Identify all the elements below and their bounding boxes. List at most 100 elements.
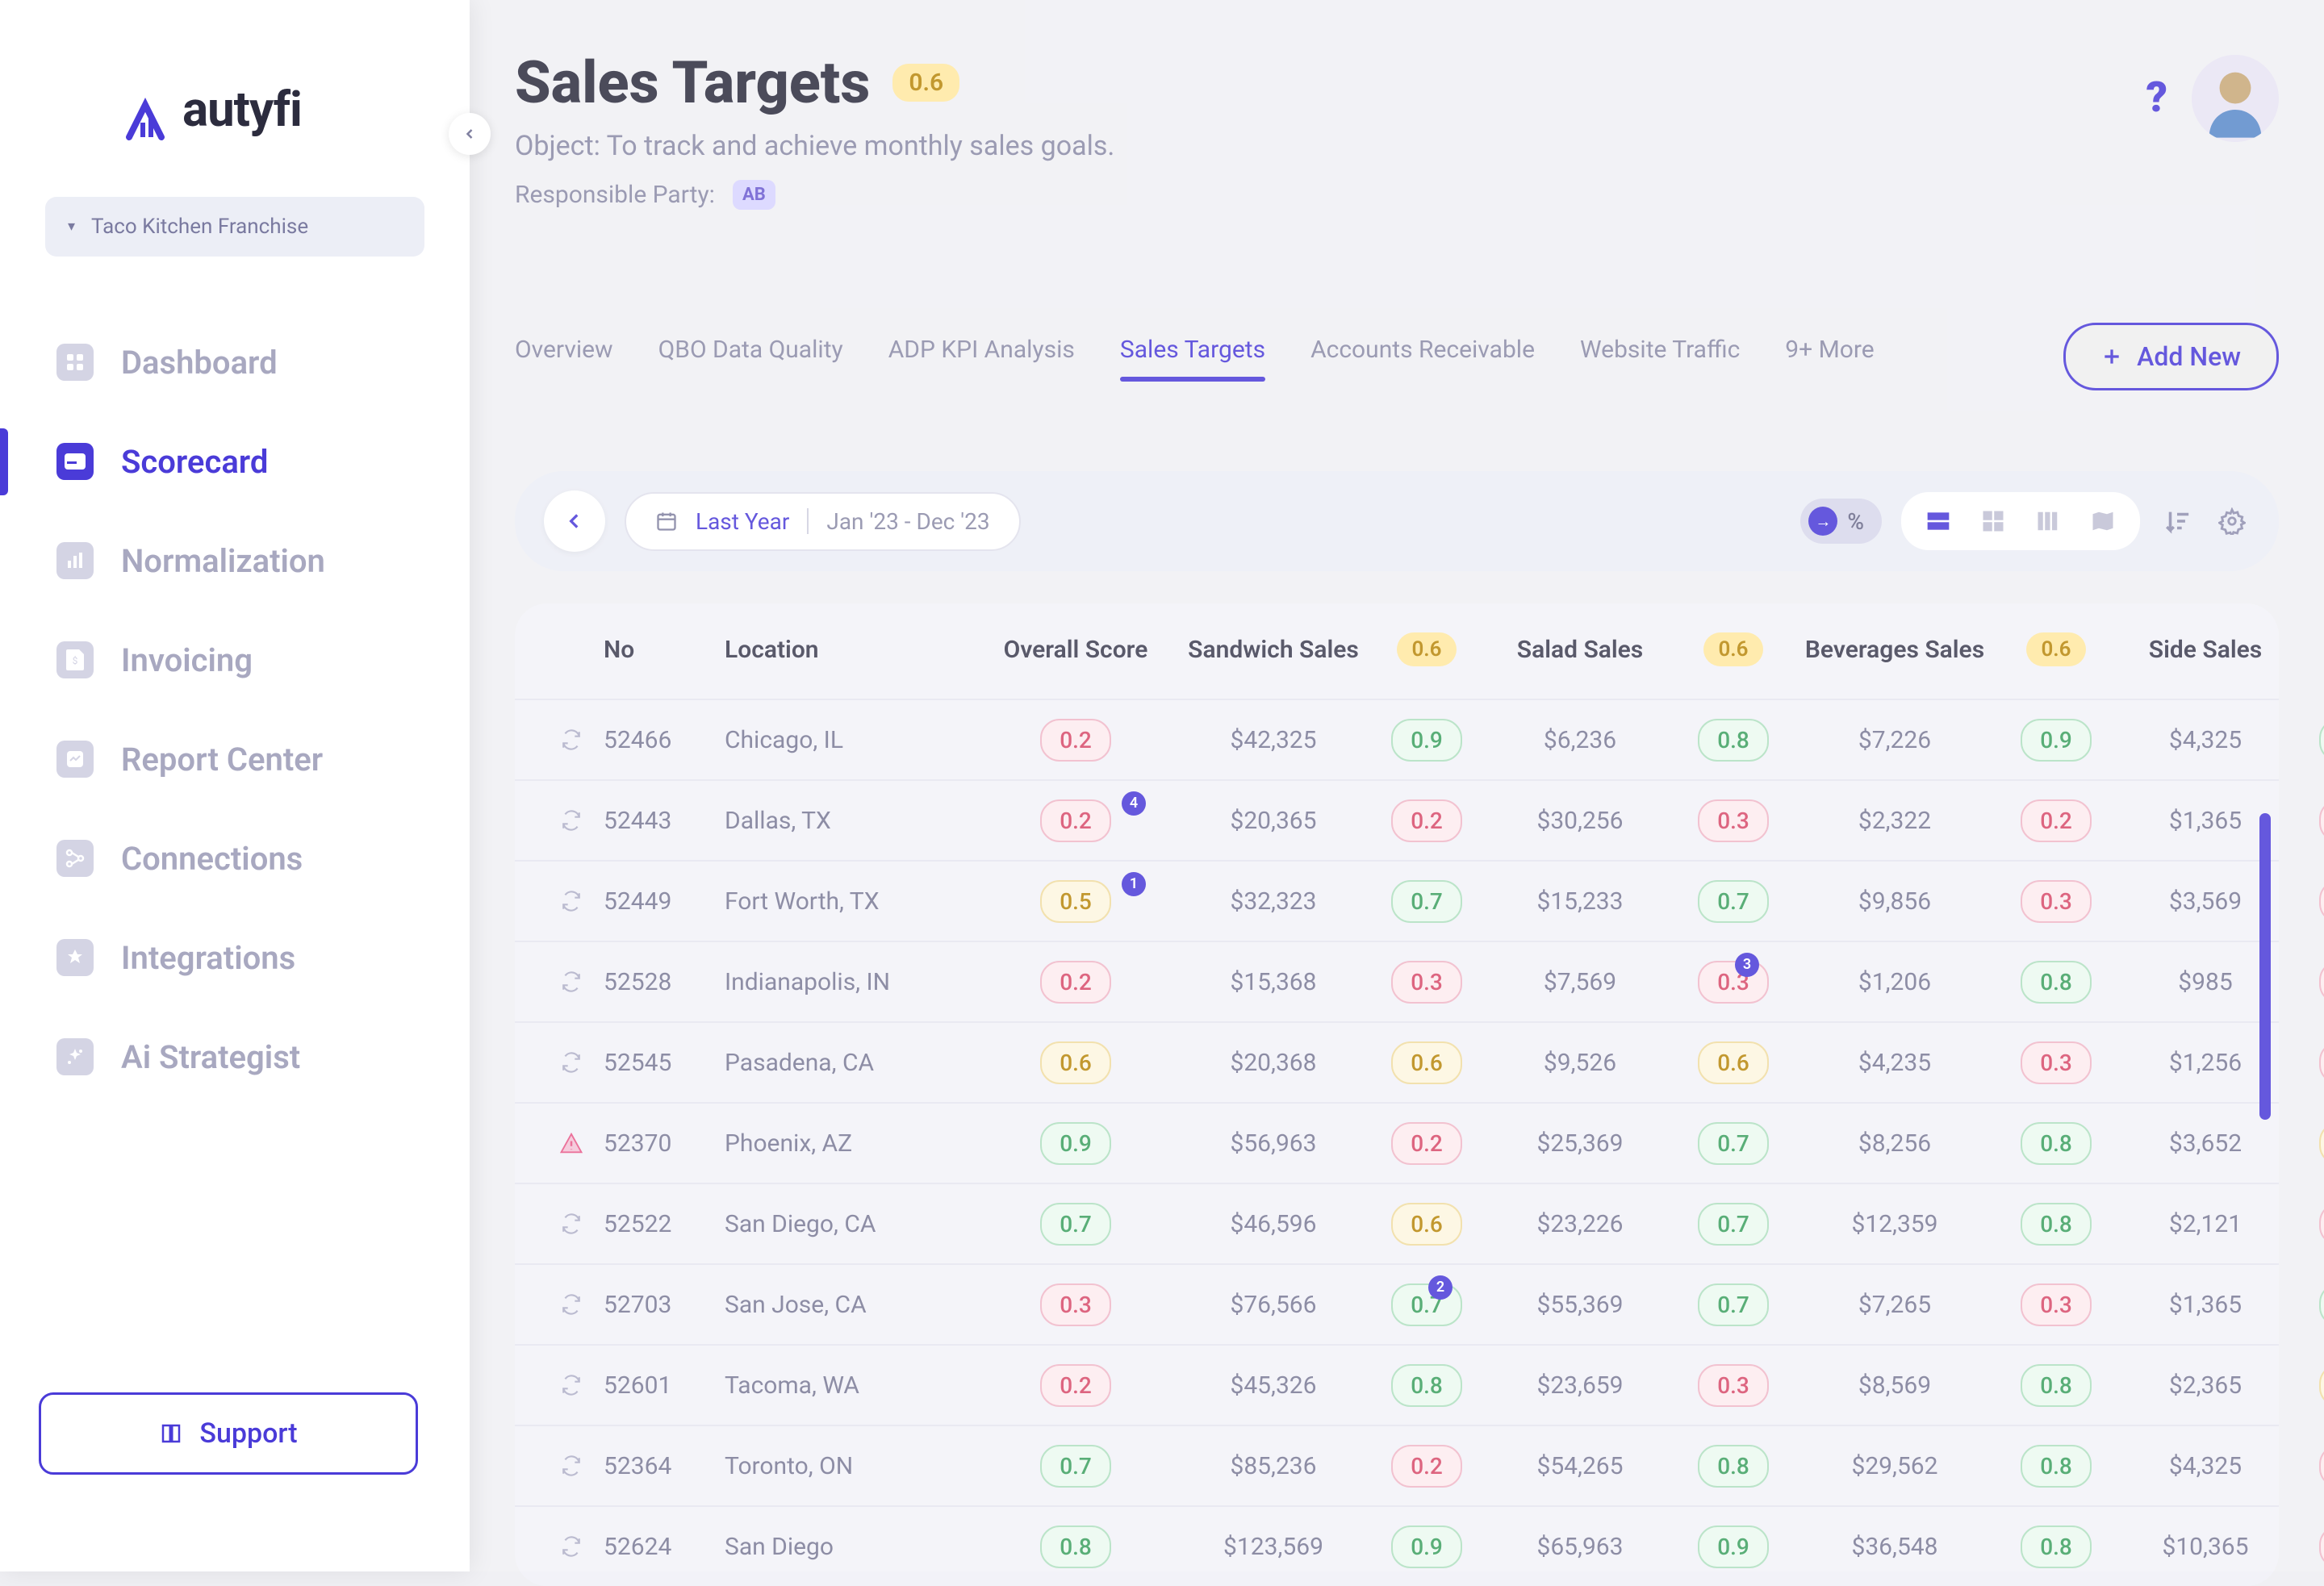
sync-icon[interactable]	[539, 1375, 604, 1396]
view-map-button[interactable]	[2085, 503, 2121, 539]
cell-location: Phoenix, AZ	[725, 1129, 983, 1158]
cell-no: 52703	[604, 1291, 725, 1319]
table-row[interactable]: 52466Chicago, IL0.2$42,3250.9$6,2360.8$7…	[515, 699, 2279, 779]
cell-salad-value: $15,233	[1475, 887, 1685, 916]
col-beverages[interactable]: Beverages Sales	[1782, 636, 2008, 664]
score-pill: 0.8	[2021, 1203, 2092, 1246]
add-new-button[interactable]: Add New	[2063, 323, 2279, 390]
col-overall[interactable]: Overall Score	[983, 636, 1168, 664]
cell-side-value: $4,325	[2105, 726, 2306, 754]
cell-no: 52449	[604, 887, 725, 916]
user-avatar[interactable]	[2192, 55, 2279, 142]
tab-website-traffic[interactable]: Website Traffic	[1580, 336, 1740, 378]
score-pill: 0.6	[1391, 1203, 1462, 1246]
sync-icon[interactable]	[539, 1536, 604, 1557]
table-row[interactable]: 52443Dallas, TX0.24$20,3650.2$30,2560.3$…	[515, 779, 2279, 860]
cell-sandwich-value: $76,566	[1168, 1291, 1378, 1319]
tab-accounts-receivable[interactable]: Accounts Receivable	[1310, 336, 1535, 378]
score-pill: 0.2	[1040, 719, 1111, 762]
score-pill: 0.7	[1698, 880, 1769, 923]
back-button[interactable]	[544, 490, 605, 552]
sync-icon[interactable]	[539, 810, 604, 831]
date-range-selector[interactable]: Last Year Jan '23 - Dec '23	[625, 492, 1021, 551]
responsible-label: Responsible Party:	[515, 181, 715, 209]
col-sandwich[interactable]: Sandwich Sales	[1168, 636, 1378, 664]
sync-icon[interactable]	[539, 891, 604, 912]
nav-ai-strategist[interactable]: Ai Strategist	[0, 1008, 470, 1107]
page-subtitle: Object: To track and achieve monthly sal…	[515, 130, 2121, 162]
table-header: No Location Overall Score Sandwich Sales…	[515, 632, 2279, 699]
table-row[interactable]: 52703San Jose, CA0.3$76,5660.72$55,3690.…	[515, 1263, 2279, 1344]
table-row[interactable]: 52624San Diego0.8$123,5690.9$65,9630.9$3…	[515, 1505, 2279, 1586]
tab-more[interactable]: 9+ More	[1785, 336, 1874, 378]
tab-sales-targets[interactable]: Sales Targets	[1120, 336, 1265, 378]
table-row[interactable]: 52528Indianapolis, IN0.2$15,3680.3$7,569…	[515, 941, 2279, 1021]
nav-invoicing[interactable]: $ Invoicing	[0, 611, 470, 710]
nav-dashboard[interactable]: Dashboard	[0, 313, 470, 412]
cell-salad-value: $23,226	[1475, 1210, 1685, 1238]
support-button[interactable]: Support	[39, 1392, 418, 1475]
nav-integrations[interactable]: Integrations	[0, 908, 470, 1008]
grid-view-icon	[1981, 509, 2005, 533]
percent-toggle[interactable]: → %	[1800, 499, 1882, 544]
cell-location: San Diego, CA	[725, 1210, 983, 1238]
nav-label: Ai Strategist	[121, 1038, 300, 1076]
nav-normalization[interactable]: Normalization	[0, 511, 470, 611]
logo: autyfi	[0, 0, 470, 197]
sync-icon[interactable]	[539, 1213, 604, 1234]
sync-icon[interactable]	[539, 971, 604, 992]
tab-overview[interactable]: Overview	[515, 336, 613, 378]
view-columns-button[interactable]	[2030, 503, 2066, 539]
col-side[interactable]: Side Sales	[2105, 636, 2306, 664]
nav-report-center[interactable]: Report Center	[0, 710, 470, 809]
sync-icon[interactable]	[539, 1052, 604, 1073]
cell-sandwich-value: $45,326	[1168, 1371, 1378, 1400]
nav-label: Normalization	[121, 542, 325, 580]
score-pill: 0.9	[2021, 719, 2092, 762]
score-pill: 0.7	[1698, 1122, 1769, 1165]
table-row[interactable]: 52545Pasadena, CA0.6$20,3680.6$9,5260.6$…	[515, 1021, 2279, 1102]
settings-button[interactable]	[2214, 503, 2250, 539]
view-switcher	[1901, 492, 2140, 550]
tab-qbo-data-quality[interactable]: QBO Data Quality	[658, 336, 843, 378]
nav-scorecard[interactable]: Scorecard	[0, 412, 470, 511]
score-pill: 0.2	[1391, 799, 1462, 842]
tab-adp-kpi-analysis[interactable]: ADP KPI Analysis	[888, 336, 1075, 378]
cell-bev-value: $36,548	[1782, 1533, 2008, 1561]
map-view-icon	[2091, 509, 2115, 533]
invoicing-icon: $	[56, 641, 94, 678]
score-pill: 0.8	[2021, 1364, 2092, 1407]
table-scrollbar[interactable]	[2259, 813, 2271, 1120]
view-grid-button[interactable]	[1975, 503, 2011, 539]
table-row[interactable]: 52364Toronto, ON0.7$85,2360.2$54,2650.8$…	[515, 1425, 2279, 1505]
book-icon	[159, 1421, 183, 1446]
table-row[interactable]: 52449Fort Worth, TX0.51$32,3230.7$15,233…	[515, 860, 2279, 941]
cell-sandwich-value: $85,236	[1168, 1452, 1378, 1480]
sync-icon[interactable]	[539, 729, 604, 750]
sync-icon[interactable]	[539, 1294, 604, 1315]
view-list-button[interactable]	[1921, 503, 1956, 539]
table-row[interactable]: 52601Tacoma, WA0.2$45,3260.8$23,6590.3$8…	[515, 1344, 2279, 1425]
cell-location: Dallas, TX	[725, 807, 983, 835]
date-preset-label: Last Year	[696, 508, 789, 535]
cell-salad-value: $55,369	[1475, 1291, 1685, 1319]
plus-icon	[2101, 346, 2122, 367]
score-pill: 0.6	[1698, 1041, 1769, 1084]
nav-label: Scorecard	[121, 443, 268, 481]
sync-icon[interactable]	[539, 1455, 604, 1476]
cell-location: Toronto, ON	[725, 1452, 983, 1480]
sidebar-collapse-button[interactable]	[449, 113, 491, 155]
beverages-weight-badge: 0.6	[2026, 632, 2085, 666]
table-row[interactable]: 52370Phoenix, AZ0.9$56,9630.2$25,3690.7$…	[515, 1102, 2279, 1183]
col-salad[interactable]: Salad Sales	[1475, 636, 1685, 664]
company-selector[interactable]: ▾ Taco Kitchen Franchise	[45, 197, 424, 257]
score-pill: 0.2	[1040, 961, 1111, 1004]
col-location[interactable]: Location	[725, 636, 983, 664]
score-pill: 0.7	[2319, 719, 2324, 762]
cell-salad-value: $25,369	[1475, 1129, 1685, 1158]
col-no[interactable]: No	[604, 636, 725, 664]
nav-connections[interactable]: Connections	[0, 809, 470, 908]
sort-button[interactable]	[2159, 503, 2195, 539]
table-row[interactable]: 52522San Diego, CA0.7$46,5960.6$23,2260.…	[515, 1183, 2279, 1263]
help-button[interactable]: ?	[2146, 73, 2167, 122]
